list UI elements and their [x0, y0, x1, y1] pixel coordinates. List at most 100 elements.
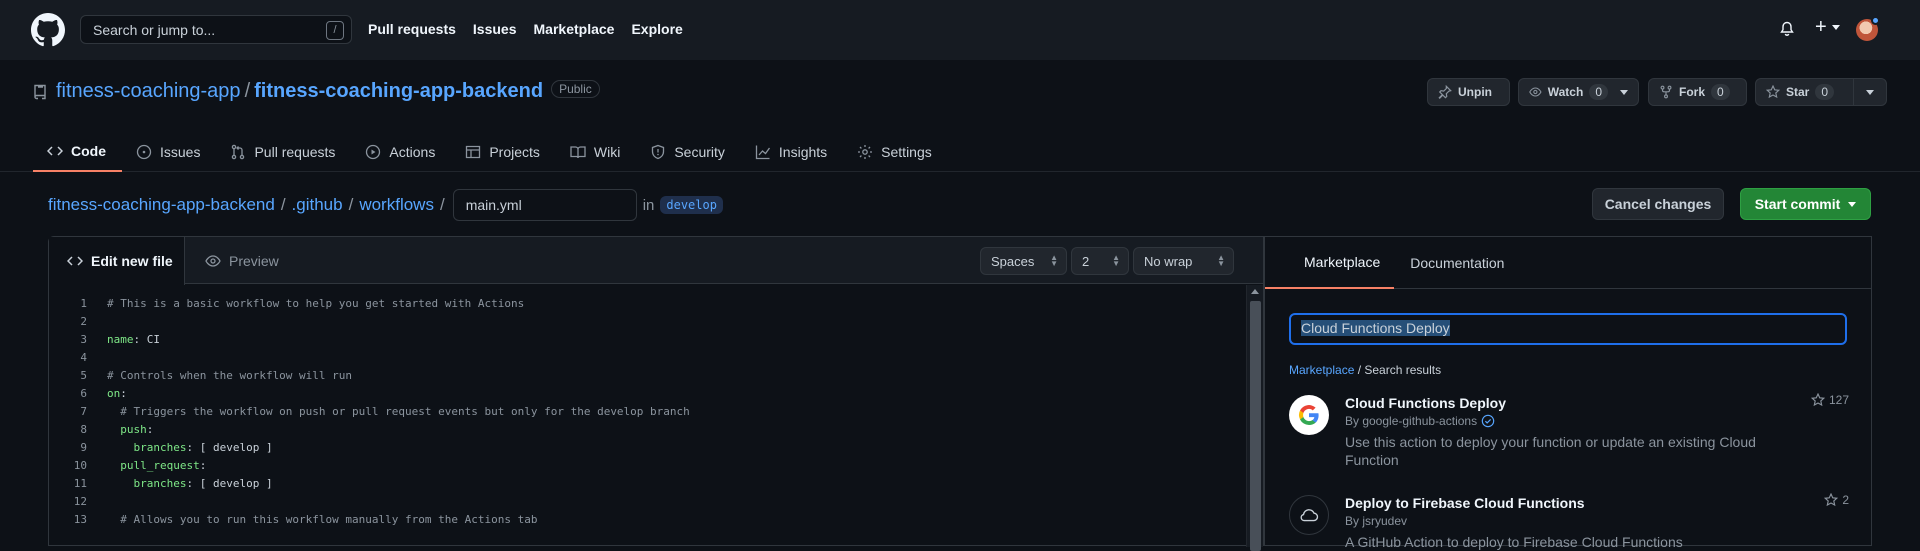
result-title[interactable]: Deploy to Firebase Cloud Functions	[1345, 495, 1585, 511]
github-logo-icon[interactable]	[31, 13, 65, 47]
indent-mode-value: Spaces	[991, 254, 1035, 269]
search-results-crumb: / Search results	[1354, 363, 1442, 377]
marketplace-search-input[interactable]: Cloud Functions Deploy	[1289, 313, 1847, 345]
marketplace-crumb-link[interactable]: Marketplace	[1289, 363, 1354, 377]
result-title[interactable]: Cloud Functions Deploy	[1345, 395, 1506, 411]
code-line[interactable]: 8 push:	[49, 421, 1245, 439]
preview-tab[interactable]: Preview	[205, 237, 279, 284]
scrollbar-thumb[interactable]	[1250, 301, 1261, 551]
visibility-badge: Public	[551, 80, 600, 98]
code-line[interactable]: 2	[49, 313, 1245, 331]
line-number: 11	[73, 477, 87, 490]
edit-file-tab-label: Edit new file	[91, 253, 173, 269]
scroll-up-arrow-icon[interactable]	[1251, 289, 1259, 294]
tab-security[interactable]: Security	[636, 132, 741, 172]
line-number: 5	[80, 369, 87, 382]
code-line[interactable]: 11 branches: [ develop ]	[49, 475, 1245, 493]
star-lists-dropdown[interactable]	[1853, 78, 1887, 106]
tab-issues[interactable]: Issues	[122, 132, 216, 172]
tab-code[interactable]: Code	[33, 132, 122, 172]
repo-owner-link[interactable]: fitness-coaching-app	[56, 80, 241, 102]
tab-settings-label: Settings	[881, 144, 932, 160]
marketplace-sidebar: Marketplace Documentation Cloud Function…	[1264, 236, 1872, 550]
tab-projects[interactable]: Projects	[451, 132, 556, 172]
repo-icon	[34, 84, 46, 100]
indent-mode-select[interactable]: Spaces ▲ ▼	[980, 247, 1067, 275]
tab-documentation[interactable]: Documentation	[1394, 237, 1521, 289]
shield-icon	[652, 144, 665, 160]
global-search-input[interactable]: Search or jump to... /	[80, 15, 352, 44]
search-placeholder: Search or jump to...	[93, 22, 216, 38]
line-number: 4	[80, 351, 87, 364]
play-icon	[366, 144, 381, 160]
watch-button[interactable]: Watch 0	[1518, 78, 1639, 106]
code-line[interactable]: 12	[49, 493, 1245, 511]
code-icon	[47, 146, 63, 156]
branch-in-label: in	[642, 196, 655, 214]
tab-wiki[interactable]: Wiki	[556, 132, 636, 172]
breadcrumb-root-link[interactable]: fitness-coaching-app-backend	[48, 195, 275, 215]
indent-size-select[interactable]: 2 ▲ ▼	[1071, 247, 1129, 275]
line-text: # Allows you to run this workflow manual…	[107, 513, 538, 526]
fork-button[interactable]: Fork 0	[1648, 78, 1747, 106]
result-description: Use this action to deploy your function …	[1345, 434, 1756, 468]
notifications-bell-icon[interactable]	[1779, 20, 1795, 38]
unpin-button[interactable]: Unpin	[1427, 78, 1510, 106]
line-text: push:	[120, 423, 154, 436]
tab-settings[interactable]: Settings	[843, 132, 948, 172]
code-area[interactable]: 1 # This is a basic workflow to help you …	[49, 285, 1245, 545]
nav-explore[interactable]: Explore	[631, 21, 682, 37]
editor-header: Edit new file Preview Spaces ▲ ▼ 2 ▲ ▼ No …	[49, 237, 1263, 285]
code-line[interactable]: 6 on:	[49, 385, 1245, 403]
code-line[interactable]: 10 pull_request:	[49, 457, 1245, 475]
fork-icon	[1660, 85, 1672, 99]
tab-actions[interactable]: Actions	[351, 132, 451, 172]
search-result-item[interactable]: Cloud Functions Deploy By google-github-…	[1289, 393, 1849, 475]
line-text: name: CI	[107, 333, 160, 346]
create-new-plus-icon[interactable]: +	[1815, 16, 1827, 39]
indent-size-value: 2	[1082, 254, 1090, 269]
sidebar-tabs: Marketplace Documentation	[1265, 237, 1871, 289]
code-line[interactable]: 13 # Allows you to run this workflow man…	[49, 511, 1245, 529]
git-pull-request-icon	[232, 144, 245, 160]
start-commit-label: Start commit	[1754, 196, 1841, 212]
code-line[interactable]: 5 # Controls when the workflow will run	[49, 367, 1245, 385]
nav-marketplace[interactable]: Marketplace	[534, 21, 615, 37]
nav-pull-requests[interactable]: Pull requests	[368, 21, 456, 37]
code-line[interactable]: 9 branches: [ develop ]	[49, 439, 1245, 457]
cancel-changes-button[interactable]: Cancel changes	[1592, 188, 1724, 220]
code-line[interactable]: 3 name: CI	[49, 331, 1245, 349]
create-new-chevron-down-icon[interactable]	[1832, 25, 1840, 30]
nav-issues[interactable]: Issues	[473, 21, 517, 37]
wrap-mode-select[interactable]: No wrap ▲ ▼	[1133, 247, 1234, 275]
code-line[interactable]: 7 # Triggers the workflow on push or pul…	[49, 403, 1245, 421]
breadcrumb-github-link[interactable]: .github	[292, 195, 343, 215]
star-icon	[1824, 493, 1839, 507]
issue-opened-icon	[136, 144, 152, 160]
eye-icon	[205, 254, 221, 267]
repo-name-link[interactable]: fitness-coaching-app-backend	[254, 80, 543, 102]
repo-tabs: Code Issues Pull requests Actions Projec…	[33, 132, 948, 172]
fork-label: Fork	[1679, 85, 1706, 99]
code-line[interactable]: 4	[49, 349, 1245, 367]
filename-value: main.yml	[465, 197, 522, 213]
watch-chevron-down-icon[interactable]	[1620, 89, 1628, 95]
start-commit-button[interactable]: Start commit	[1740, 188, 1871, 220]
editor-scrollbar[interactable]	[1246, 285, 1263, 551]
tab-marketplace[interactable]: Marketplace	[1265, 237, 1395, 289]
star-button[interactable]: Star 0	[1755, 78, 1854, 106]
select-updown-icon: ▲ ▼	[1217, 253, 1225, 268]
search-result-item[interactable]: Deploy to Firebase Cloud Functions By js…	[1289, 493, 1849, 550]
breadcrumb-workflows-link[interactable]: workflows	[359, 195, 434, 215]
line-number: 13	[73, 513, 87, 526]
code-line[interactable]: 1 # This is a basic workflow to help you …	[49, 295, 1245, 313]
star-icon	[1766, 85, 1780, 99]
line-text: branches: [ develop ]	[133, 477, 273, 490]
tab-insights[interactable]: Insights	[741, 132, 843, 172]
repo-title: fitness-coaching-app / fitness-coaching-ap…	[56, 80, 600, 103]
filename-input[interactable]: main.yml	[452, 189, 637, 221]
tab-pull-requests[interactable]: Pull requests	[216, 132, 351, 172]
line-number: 6	[80, 387, 87, 400]
edit-file-tab[interactable]: Edit new file	[49, 237, 185, 285]
star-count: 0	[1815, 84, 1835, 100]
